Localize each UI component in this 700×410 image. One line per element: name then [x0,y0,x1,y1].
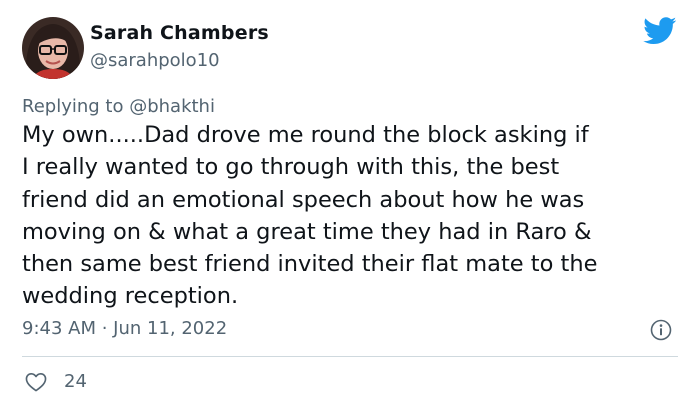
user-handle[interactable]: @sarahpolo10 [90,50,220,71]
like-count: 24 [64,371,87,392]
replying-prefix: Replying to [22,96,130,117]
twitter-bird-icon[interactable] [643,17,677,45]
tweet-text: My own.....Dad drove me round the block … [22,122,598,310]
tweet-timestamp[interactable]: 9:43 AM · Jun 11, 2022 [22,318,227,339]
heart-icon[interactable] [25,372,47,392]
display-name[interactable]: Sarah Chambers [90,22,269,44]
info-icon[interactable] [650,319,672,341]
avatar[interactable] [22,17,84,79]
replying-to: Replying to @bhakthi [22,96,215,117]
divider [22,356,678,357]
reply-mention-link[interactable]: @bhakthi [129,96,215,117]
profile-photo [22,17,84,79]
